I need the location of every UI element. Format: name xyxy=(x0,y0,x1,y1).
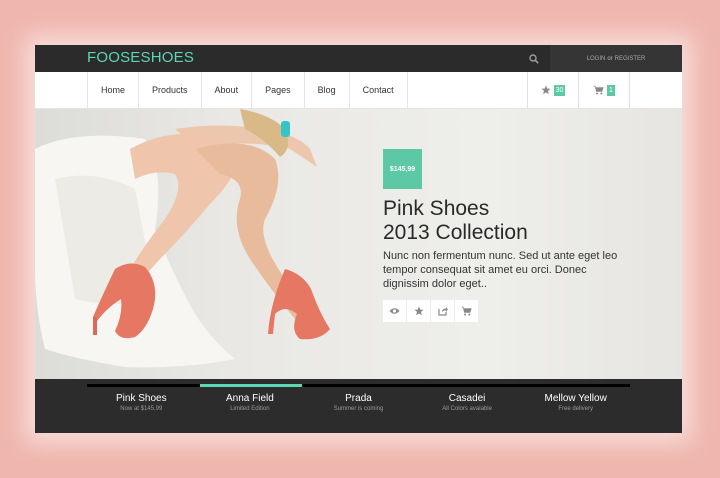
login-link[interactable]: LOGIN xyxy=(587,56,606,62)
nav-item-about[interactable]: About xyxy=(202,72,253,108)
cart-icon xyxy=(593,85,604,95)
slider-progress-track xyxy=(87,384,630,387)
view-button[interactable] xyxy=(383,300,406,322)
slide-tab-casadei[interactable]: Casadei All Colors avaiable xyxy=(413,393,522,413)
top-bar: FOOSESHOES LOGIN or REGISTER xyxy=(35,45,682,72)
slide-subtitle: All Colors avaiable xyxy=(442,406,492,412)
login-separator: or xyxy=(607,55,613,62)
slide-title: Anna Field xyxy=(225,393,274,404)
search-button[interactable] xyxy=(519,45,549,72)
slide-tab-mellow-yellow[interactable]: Mellow Yellow Free delivery xyxy=(521,393,630,413)
share-button[interactable] xyxy=(431,300,454,322)
share-icon xyxy=(437,306,448,316)
star-icon xyxy=(540,85,551,95)
hero-banner: $145,99 Pink Shoes 2013 Collection Nunc … xyxy=(35,109,682,379)
search-icon xyxy=(529,53,539,64)
slide-title: Casadei xyxy=(448,393,486,404)
favorite-button[interactable] xyxy=(407,300,430,322)
nav-utility: 30 1 xyxy=(527,72,630,108)
slide-subtitle: Limited Edition xyxy=(230,406,270,412)
slide-subtitle: Now at $145,99 xyxy=(120,406,163,412)
nav-item-products[interactable]: Products xyxy=(139,72,202,108)
register-link[interactable]: REGISTER xyxy=(615,56,646,62)
hero-description: Nunc non fermentum nunc. Sed ut ante ege… xyxy=(383,250,618,290)
slide-subtitle: Free delivery xyxy=(558,406,594,412)
price-tag: $145,99 xyxy=(383,149,422,189)
nav-item-home[interactable]: Home xyxy=(88,72,140,108)
main-nav: Home Products About Pages Blog Contact 3… xyxy=(35,72,682,109)
browser-window: FOOSESHOES LOGIN or REGISTER Home Produc… xyxy=(35,45,682,433)
slider-progress-active xyxy=(200,384,302,387)
slide-tab-pink-shoes[interactable]: Pink Shoes Now at $145,99 xyxy=(87,393,196,413)
slide-title: Mellow Yellow xyxy=(544,393,607,404)
login-register: LOGIN or REGISTER xyxy=(550,45,682,72)
hero-model-image xyxy=(35,109,330,368)
cart-icon xyxy=(461,306,472,316)
slide-title: Prada xyxy=(345,393,372,404)
cart-count-badge: 1 xyxy=(607,84,615,96)
slide-subtitle: Summer is coming xyxy=(333,406,384,412)
add-to-cart-button[interactable] xyxy=(455,300,478,322)
slide-tab-prada[interactable]: Prada Summer is coming xyxy=(304,393,413,413)
eye-icon xyxy=(389,308,400,314)
nav-item-contact[interactable]: Contact xyxy=(350,72,408,108)
hero-actions xyxy=(383,300,478,322)
favorites-count-badge: 30 xyxy=(553,84,566,96)
cart-button[interactable]: 1 xyxy=(579,72,630,108)
slide-title: Pink Shoes xyxy=(116,393,167,404)
slider-tabs: Pink Shoes Now at $145,99 Anna Field Lim… xyxy=(87,393,630,413)
nav-menu: Home Products About Pages Blog Contact xyxy=(87,72,408,108)
nav-item-blog[interactable]: Blog xyxy=(305,72,350,108)
hero-title-line2: 2013 Collection xyxy=(383,221,528,244)
slide-tab-anna-field[interactable]: Anna Field Limited Edition xyxy=(196,393,305,413)
site-logo[interactable]: FOOSESHOES xyxy=(87,49,194,66)
nav-item-pages[interactable]: Pages xyxy=(252,72,305,108)
hero-title: Pink Shoes 2013 Collection xyxy=(383,197,528,245)
favorites-button[interactable]: 30 xyxy=(528,72,579,108)
hero-title-line1: Pink Shoes xyxy=(383,197,490,220)
slider-nav: Pink Shoes Now at $145,99 Anna Field Lim… xyxy=(35,379,682,433)
star-icon xyxy=(413,306,424,316)
